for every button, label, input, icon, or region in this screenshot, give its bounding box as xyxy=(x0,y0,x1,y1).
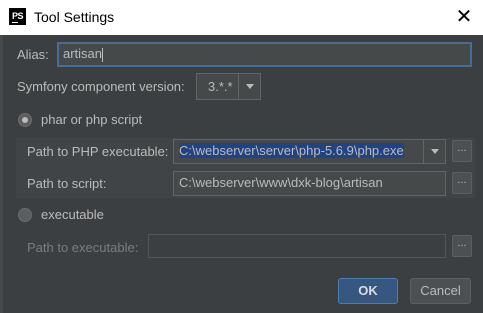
chevron-down-icon[interactable] xyxy=(238,74,260,99)
script-path-browse-button[interactable]: ... xyxy=(452,172,472,194)
symfony-version-value: 3.*.* xyxy=(208,79,233,94)
script-path-input[interactable]: C:\webserver\www\dxk-blog\artisan xyxy=(173,171,446,196)
alias-label: Alias: xyxy=(17,47,49,62)
ok-button[interactable]: OK xyxy=(338,278,398,304)
script-path-label: Path to script: xyxy=(27,176,107,191)
alias-input[interactable]: artisan xyxy=(57,42,472,67)
php-path-browse-button[interactable]: ... xyxy=(452,140,472,162)
phar-radio[interactable] xyxy=(18,113,32,127)
window-title: Tool Settings xyxy=(34,9,115,25)
phpstorm-icon: PS xyxy=(9,8,26,25)
executable-radio[interactable] xyxy=(18,208,32,222)
executable-radio-label: executable xyxy=(41,207,104,222)
php-path-label: Path to PHP executable: xyxy=(27,144,169,159)
text-caret xyxy=(102,47,104,62)
exec-path-browse-button[interactable]: ... xyxy=(452,235,472,257)
alias-value: artisan xyxy=(63,46,103,61)
title-bar: PS Tool Settings ✕ xyxy=(0,0,483,35)
php-path-select[interactable]: C:\webserver\server\php-5.6.9\php.exe xyxy=(173,139,446,164)
cancel-button[interactable]: Cancel xyxy=(410,278,471,304)
left-edge-strip xyxy=(0,35,3,313)
php-path-value: C:\webserver\server\php-5.6.9\php.exe xyxy=(179,143,404,158)
chevron-down-icon[interactable] xyxy=(423,140,445,163)
exec-path-label: Path to executable: xyxy=(27,240,139,255)
symfony-version-label: Symfony component version: xyxy=(17,79,185,94)
close-icon[interactable]: ✕ xyxy=(451,4,477,30)
symfony-version-select[interactable]: 3.*.* xyxy=(196,73,261,100)
exec-path-input[interactable] xyxy=(148,234,446,258)
phar-radio-label: phar or php script xyxy=(41,112,143,127)
